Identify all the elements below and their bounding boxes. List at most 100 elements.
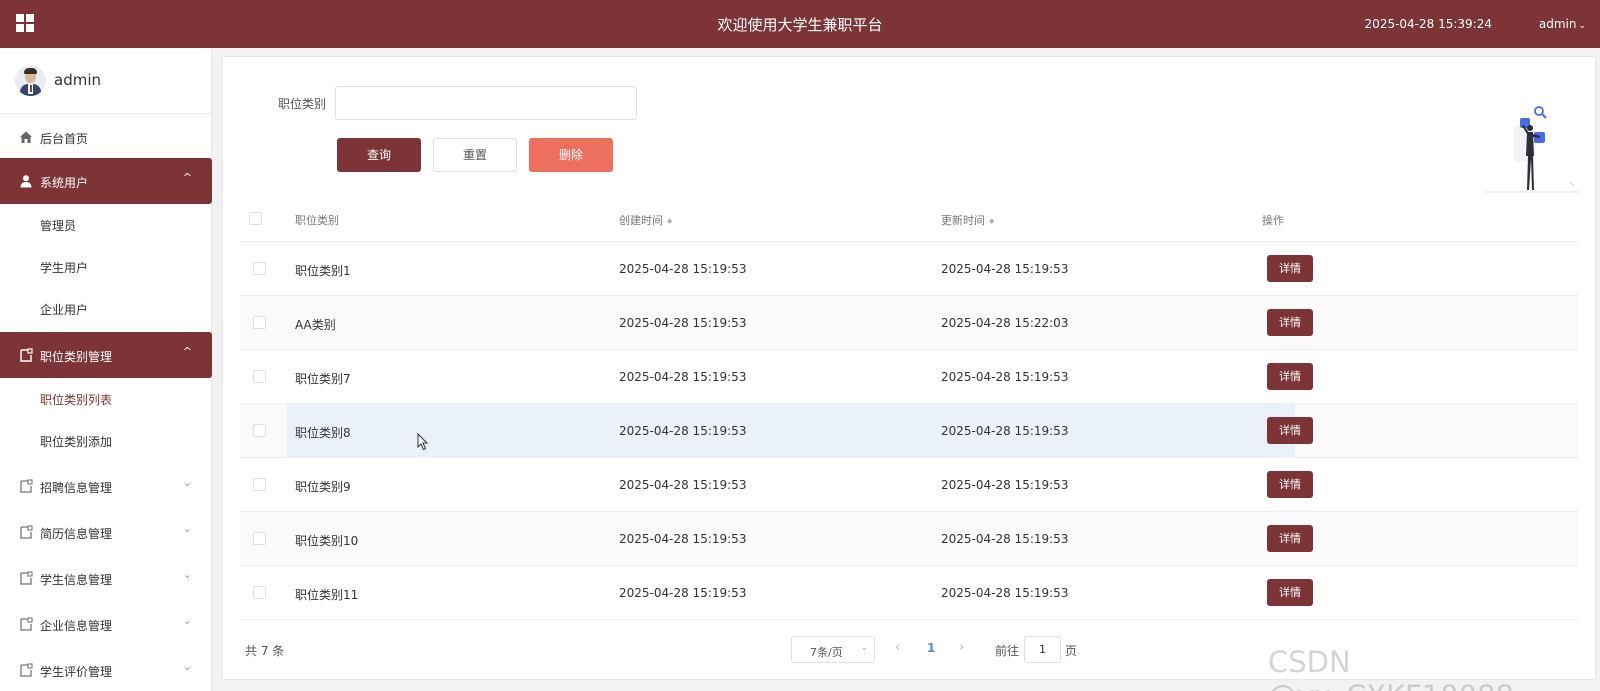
detail-button[interactable]: 详情 (1267, 309, 1313, 336)
row-checkbox[interactable] (253, 262, 266, 275)
doc-icon (20, 525, 33, 539)
sidebar-item-recruit-mgmt[interactable]: 招聘信息管理 ⌄ (0, 463, 212, 509)
cell-created: 2025-04-28 15:19:53 (619, 262, 747, 276)
sidebar-item-category-mgmt[interactable]: 职位类别管理 ^ (0, 332, 212, 378)
table-row: 职位类别11 2025-04-28 15:19:53 2025-04-28 15… (240, 566, 1578, 620)
table-row: AA类别 2025-04-28 15:19:53 2025-04-28 15:2… (240, 296, 1578, 350)
chevron-down-icon: ⌄ (182, 476, 192, 489)
cell-category: 职位类别11 (295, 588, 359, 602)
chevron-down-icon: ⌄ (182, 660, 192, 673)
sidebar-item-student-users[interactable]: 学生用户 (0, 246, 212, 286)
prev-page-icon[interactable]: ‹ (895, 640, 900, 655)
doc-icon (20, 663, 33, 677)
top-bar: 欢迎使用大学生兼职平台 2025-04-28 15:39:24 admin ⌄ (0, 0, 1600, 48)
filter-label: 职位类别 (278, 97, 327, 111)
chevron-down-icon: ⌄ (182, 568, 192, 581)
query-button[interactable]: 查询 (337, 138, 421, 172)
row-checkbox[interactable] (253, 478, 266, 491)
goto-suffix: 页 (1065, 644, 1078, 658)
sidebar-item-label: 招聘信息管理 (40, 481, 113, 495)
sidebar-item-home[interactable]: 后台首页 (0, 114, 212, 160)
chevron-down-icon: ⌄ (860, 643, 868, 653)
sort-icon[interactable]: ◆ (989, 217, 994, 224)
cell-category: 职位类别7 (295, 372, 351, 386)
cell-updated: 2025-04-28 15:19:53 (941, 586, 1069, 600)
column-header-category: 职位类别 (295, 214, 339, 227)
sidebar-item-category-add[interactable]: 职位类别添加 (0, 420, 212, 460)
user-icon (20, 175, 32, 188)
column-header-created[interactable]: 创建时间 ◆ (619, 212, 672, 228)
sidebar-item-review-mgmt[interactable]: 学生评价管理 ⌄ (0, 647, 212, 691)
current-datetime: 2025-04-28 15:39:24 (1364, 17, 1492, 31)
chevron-down-icon: ⌄ (182, 614, 192, 627)
select-all-checkbox[interactable] (249, 212, 262, 225)
table-row-hovered: 职位类别8 2025-04-28 15:19:53 2025-04-28 15:… (240, 404, 1578, 458)
cell-created: 2025-04-28 15:19:53 (619, 424, 747, 438)
cell-category: 职位类别8 (295, 426, 351, 440)
sidebar-item-label: 职位类别列表 (40, 393, 113, 407)
column-header-label: 创建时间 (619, 214, 663, 227)
detail-button[interactable]: 详情 (1267, 471, 1313, 498)
detail-button[interactable]: 详情 (1267, 363, 1313, 390)
row-checkbox[interactable] (253, 424, 266, 437)
profile-username: admin (54, 71, 101, 89)
cell-updated: 2025-04-28 15:19:53 (941, 262, 1069, 276)
page-number-current[interactable]: 1 (927, 641, 935, 655)
doc-icon (20, 617, 33, 631)
watermark: CSDN @vx_CXKF10088 (1268, 645, 1514, 691)
cell-updated: 2025-04-28 15:19:53 (941, 370, 1069, 384)
avatar (15, 65, 46, 96)
cell-created: 2025-04-28 15:19:53 (619, 478, 747, 492)
cell-updated: 2025-04-28 15:19:53 (941, 478, 1069, 492)
table-row: 职位类别9 2025-04-28 15:19:53 2025-04-28 15:… (240, 458, 1578, 512)
table-row: 职位类别1 2025-04-28 15:19:53 2025-04-28 15:… (240, 242, 1578, 296)
table-row: 职位类别10 2025-04-28 15:19:53 2025-04-28 15… (240, 512, 1578, 566)
sidebar-item-system-users[interactable]: 系统用户 ^ (0, 158, 212, 204)
pagination-total: 共 7 条 (245, 644, 285, 658)
next-page-icon[interactable]: › (959, 640, 964, 655)
cell-created: 2025-04-28 15:19:53 (619, 370, 747, 384)
detail-button[interactable]: 详情 (1267, 579, 1313, 606)
detail-button[interactable]: 详情 (1267, 417, 1313, 444)
user-menu[interactable]: admin ⌄ (1539, 17, 1586, 31)
detail-button[interactable]: 详情 (1267, 255, 1313, 282)
category-table: 职位类别 创建时间 ◆ 更新时间 ◆ 操作 职位类别1 2025-04-28 15:… (240, 195, 1578, 620)
sidebar-item-label: 企业用户 (40, 303, 89, 317)
row-checkbox[interactable] (253, 586, 266, 599)
row-checkbox[interactable] (253, 316, 266, 329)
row-checkbox[interactable] (253, 532, 266, 545)
table-header: 职位类别 创建时间 ◆ 更新时间 ◆ 操作 (240, 195, 1578, 242)
reset-button[interactable]: 重置 (433, 138, 517, 172)
cell-updated: 2025-04-28 15:22:03 (941, 316, 1069, 330)
sidebar-item-company-mgmt[interactable]: 企业信息管理 ⌄ (0, 601, 212, 647)
detail-button[interactable]: 详情 (1267, 525, 1313, 552)
sidebar-item-resume-mgmt[interactable]: 简历信息管理 ⌄ (0, 509, 212, 555)
sidebar-item-label: 简历信息管理 (40, 527, 113, 541)
page-size-value: 7条/页 (810, 646, 843, 659)
doc-icon (20, 571, 33, 585)
category-search-input[interactable] (335, 86, 637, 120)
sidebar-item-label: 学生信息管理 (40, 573, 113, 587)
column-header-updated[interactable]: 更新时间 ◆ (941, 212, 994, 228)
sidebar-item-label: 学生评价管理 (40, 665, 113, 679)
cell-category: AA类别 (295, 318, 336, 332)
cell-created: 2025-04-28 15:19:53 (619, 586, 747, 600)
sidebar-item-label: 职位类别添加 (40, 435, 113, 449)
column-header-actions: 操作 (1262, 214, 1284, 227)
mouse-cursor-icon (417, 433, 429, 451)
sidebar-item-company-users[interactable]: 企业用户 (0, 288, 212, 328)
page-size-select[interactable]: 7条/页 ⌄ (791, 636, 875, 663)
cell-updated: 2025-04-28 15:19:53 (941, 424, 1069, 438)
cell-category: 职位类别9 (295, 480, 351, 494)
sidebar-item-student-mgmt[interactable]: 学生信息管理 ⌄ (0, 555, 212, 601)
goto-page-input[interactable]: 1 (1024, 636, 1061, 663)
sidebar-item-category-list[interactable]: 职位类别列表 (0, 378, 212, 418)
column-header-label: 更新时间 (941, 214, 985, 227)
row-checkbox[interactable] (253, 370, 266, 383)
sidebar-item-label: 管理员 (40, 219, 77, 233)
sidebar-profile: admin (0, 48, 211, 114)
sort-icon[interactable]: ◆ (667, 217, 672, 224)
sidebar-item-admins[interactable]: 管理员 (0, 204, 212, 244)
cell-updated: 2025-04-28 15:19:53 (941, 532, 1069, 546)
delete-button[interactable]: 删除 (529, 138, 613, 172)
